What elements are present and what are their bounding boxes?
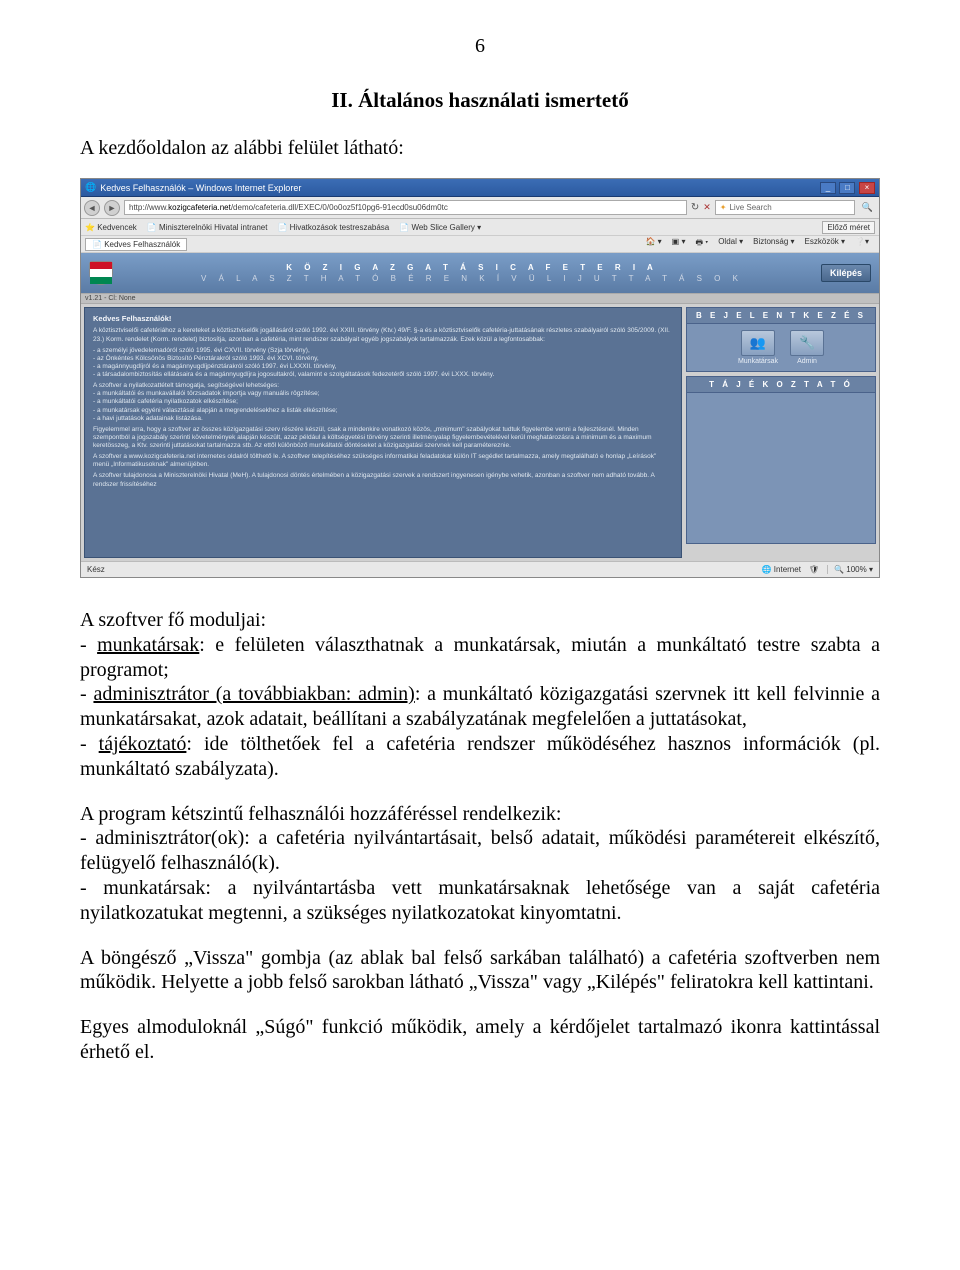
tab-bar: 📄 Kedves Felhasználók 🏠 ▾ ▣ ▾ 🖶 ▾ Oldal …	[81, 236, 879, 253]
app-titles: K Ö Z I G A Z G A T Á S I C A F E T E R …	[123, 262, 821, 284]
favorites-bar: ⭐ Kedvencek 📄 Miniszterelnöki Hivatal in…	[81, 219, 879, 236]
login-body: 👥 Munkatársak 🔧 Admin	[687, 324, 875, 371]
info-panel: T Á J É K O Z T A T Ó	[686, 376, 876, 544]
addr-prefix: http://www.	[129, 203, 168, 212]
info-header: T Á J É K O Z T A T Ó	[687, 377, 875, 393]
zoom-control[interactable]: 🔍 100% ▾	[827, 565, 873, 574]
search-placeholder: Live Search	[729, 203, 771, 212]
safety-menu[interactable]: Biztonság ▾	[753, 237, 794, 251]
forward-button[interactable]: ►	[104, 200, 120, 216]
app-subtitle: V Á L A S Z T H A T Ó B É R E N K Í V Ü …	[123, 273, 821, 284]
section-title: II. Általános használati ismertető	[80, 88, 880, 113]
window-controls[interactable]: _ □ ×	[819, 182, 875, 194]
fav-link-0[interactable]: 📄 Miniszterelnöki Hivatal intranet	[147, 223, 268, 232]
app-header: K Ö Z I G A Z G A T Á S I C A F E T E R …	[81, 253, 879, 293]
ie-title-bar: 🌐 Kedves Felhasználók – Windows Internet…	[81, 179, 879, 197]
mod2-underline: adminisztrátor (a továbbiakban: admin)	[93, 683, 414, 705]
welcome-p4: A szoftver a www.kozigcafeteria.net inte…	[93, 453, 673, 469]
app-title: K Ö Z I G A Z G A T Á S I C A F E T E R …	[123, 262, 821, 273]
search-go-icon[interactable]: 🔍	[859, 202, 876, 213]
access-paragraph: A program kétszintű felhasználói hozzáfé…	[80, 802, 880, 926]
welcome-title: Kedves Felhasználók!	[93, 314, 673, 323]
welcome-p0: A köztisztviselői cafetériához a keretek…	[93, 327, 673, 343]
minimize-icon[interactable]: _	[820, 182, 836, 194]
modules-title: A szoftver fő moduljai:	[80, 609, 266, 631]
login-header: B E J E L E N T K E Z É S	[687, 308, 875, 324]
welcome-p5: A szoftver tulajdonosa a Miniszterelnöki…	[93, 472, 673, 488]
address-bar[interactable]: http://www. kozigcafeteria.net /demo/caf…	[124, 200, 687, 215]
home-icon[interactable]: 🏠 ▾	[645, 237, 661, 251]
login-admin-label: Admin	[797, 358, 817, 365]
help-icon[interactable]: ❔▾	[855, 237, 869, 251]
navigation-bar: ◄ ► http://www. kozigcafeteria.net /demo…	[81, 197, 879, 219]
status-left: Kész	[87, 565, 105, 574]
tools-menu[interactable]: Eszközök ▾	[805, 237, 845, 251]
protected-mode-icon: 🛡	[809, 565, 819, 574]
fav-link-1[interactable]: 📄 Hivatkozások testreszabása	[277, 223, 389, 232]
tab-active[interactable]: 📄 Kedves Felhasználók	[85, 238, 187, 251]
mod3-underline: tájékoztató	[99, 733, 187, 755]
feeds-icon[interactable]: ▣ ▾	[672, 237, 686, 251]
page-menu[interactable]: Oldal ▾	[718, 237, 743, 251]
mod1-underline: munkatársak	[97, 634, 199, 656]
favorites-label[interactable]: ⭐ Kedvencek	[85, 223, 137, 232]
stop-icon[interactable]: ✕	[703, 202, 711, 213]
refresh-icon[interactable]: ↻	[691, 202, 699, 213]
logout-button[interactable]: Kilépés	[821, 264, 871, 282]
back-button-paragraph: A böngésző „Vissza" gombja (az ablak bal…	[80, 946, 880, 996]
login-employees-label: Munkatársak	[738, 358, 778, 365]
page-number: 6	[80, 35, 880, 58]
search-input[interactable]: ✦ Live Search	[715, 200, 855, 215]
addr-path: /demo/cafeteria.dll/EXEC/0/0o0oz5f10pg6-…	[231, 203, 448, 212]
welcome-p1: - a személyi jövedelemadóról szóló 1995.…	[93, 347, 673, 380]
back-button[interactable]: ◄	[84, 200, 100, 216]
window-title: Kedves Felhasználók – Windows Internet E…	[100, 183, 301, 193]
status-bar: Kész 🌐 Internet 🛡 🔍 100% ▾	[81, 561, 879, 577]
search-provider-icon: ✦	[720, 203, 727, 212]
version-bar: v1.21 - Cl: None	[81, 293, 879, 304]
sidebar-toggle[interactable]: Előző méret	[822, 221, 875, 234]
login-employees[interactable]: 👥 Munkatársak	[738, 330, 778, 365]
welcome-panel: Kedves Felhasználók! A köztisztviselői c…	[84, 307, 682, 558]
modules-paragraph: A szoftver fő moduljai: - munkatársak: e…	[80, 608, 880, 782]
ie-icon: 🌐	[85, 182, 96, 193]
help-paragraph: Egyes almoduloknál „Súgó" funkció működi…	[80, 1015, 880, 1065]
admin-icon: 🔧	[790, 330, 824, 356]
right-column: B E J E L E N T K E Z É S 👥 Munkatársak …	[686, 307, 876, 558]
coat-of-arms-icon	[89, 261, 113, 285]
employees-icon: 👥	[741, 330, 775, 356]
status-internet: 🌐 Internet	[762, 565, 801, 574]
screenshot-container: 🌐 Kedves Felhasználók – Windows Internet…	[80, 178, 880, 578]
intro-line: A kezdőoldalon az alábbi felület látható…	[80, 137, 880, 160]
close-icon[interactable]: ×	[859, 182, 875, 194]
fav-link-2[interactable]: 📄 Web Slice Gallery ▾	[399, 223, 481, 232]
login-panel: B E J E L E N T K E Z É S 👥 Munkatársak …	[686, 307, 876, 372]
addr-domain: kozigcafeteria.net	[168, 203, 231, 212]
app-body: Kedves Felhasználók! A köztisztviselői c…	[81, 304, 879, 561]
maximize-icon[interactable]: □	[839, 182, 855, 194]
document-body: A szoftver fő moduljai: - munkatársak: e…	[80, 608, 880, 1065]
print-icon[interactable]: 🖶 ▾	[695, 237, 708, 251]
login-admin[interactable]: 🔧 Admin	[790, 330, 824, 365]
welcome-p3: Figyelemmel arra, hogy a szoftver az öss…	[93, 426, 673, 450]
welcome-p2: A szoftver a nyilatkozattételt támogatja…	[93, 382, 673, 423]
